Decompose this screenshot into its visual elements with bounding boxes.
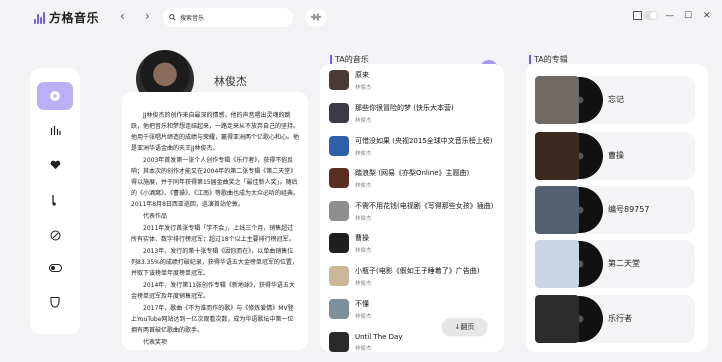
- top-bar: 方格音乐 ‹ › 搜索音乐 — ☐ ✕: [0, 0, 722, 34]
- song-title: 不需不用花钱(电视剧《写得那些女孩》插曲): [355, 201, 494, 210]
- theme-switch[interactable]: [644, 11, 658, 20]
- song-item[interactable]: 踏浪梨 (网易《亦梨Online》主题曲) 林俊杰: [329, 164, 499, 192]
- music-note-icon: [52, 195, 56, 206]
- sidebar-item-songs[interactable]: [37, 186, 73, 214]
- sidebar-item-security[interactable]: [37, 288, 73, 316]
- heart-icon: [50, 160, 60, 170]
- song-item[interactable]: 可惜没如果 (央视2015全球中文音乐榜上榜) 林俊杰: [329, 132, 499, 160]
- bio-heading: 代表作品: [143, 213, 168, 220]
- back-button[interactable]: ‹: [120, 10, 125, 22]
- song-title: 那些你很冒险的梦 (快乐大本营): [355, 103, 454, 112]
- sidebar-item-settings[interactable]: [37, 254, 73, 282]
- album-title: 曹操: [608, 151, 624, 160]
- song-title: 曹操: [355, 233, 369, 242]
- next-page-button[interactable]: ↓翻页: [442, 318, 487, 335]
- album-card[interactable]: 第二天堂: [535, 240, 695, 288]
- voice-search-button[interactable]: [305, 8, 327, 26]
- song-artist: 林俊杰: [355, 280, 372, 287]
- sidebar-item-podcast[interactable]: [37, 221, 73, 249]
- bio-paragraph: 2003年首发第一张个人创作专辑《乐行者》，获得不俗反响；其本次的创作才能又在2…: [131, 157, 300, 208]
- album-title: 编号89757: [608, 205, 650, 214]
- song-artist: 林俊杰: [355, 215, 372, 222]
- theme-toggle[interactable]: [633, 11, 658, 20]
- artist-bio: JJ林俊杰的创作来自最深的情感，他的声音唱出灵魂的跳跃，他把音乐和梦想连结起来，…: [122, 92, 308, 350]
- artist-name: 林俊杰: [214, 75, 247, 88]
- sidebar: [30, 68, 80, 334]
- song-artist: 林俊杰: [355, 345, 372, 352]
- accent-bar: [330, 55, 332, 64]
- song-artist: 林俊杰: [355, 84, 372, 91]
- song-item[interactable]: 原来 林俊杰: [329, 66, 499, 94]
- song-cover: [329, 332, 349, 352]
- song-cover: [329, 70, 349, 90]
- album-cover: [535, 186, 579, 234]
- song-title: 原来: [355, 70, 369, 79]
- song-title: 不懂: [355, 299, 369, 308]
- album-cover: [535, 76, 579, 124]
- forward-button[interactable]: ›: [145, 10, 150, 22]
- album-cover: [535, 295, 579, 343]
- song-item[interactable]: 小瓶子(电影《假如王子睡着了》广告曲) 林俊杰: [329, 262, 499, 290]
- bio-paragraph: 2011年发行首张专辑「学不会」，上线三个月，销售超过所有实体、数字排行榜冠军；…: [131, 225, 295, 243]
- album-title: 乐行者: [608, 314, 632, 323]
- album-cover: [535, 132, 579, 180]
- sidebar-item-discover[interactable]: [37, 82, 73, 110]
- app-name: 方格音乐: [49, 11, 100, 25]
- song-item[interactable]: 那些你很冒险的梦 (快乐大本营) 林俊杰: [329, 99, 499, 127]
- album-card[interactable]: 编号89757: [535, 186, 695, 234]
- song-cover: [329, 201, 349, 221]
- album-card[interactable]: 曹操: [535, 132, 695, 180]
- sidebar-item-charts[interactable]: [37, 116, 73, 144]
- waveform-logo-icon: [34, 11, 45, 24]
- album-card[interactable]: 忘记: [535, 76, 695, 124]
- song-cover: [329, 266, 349, 286]
- soundwave-icon: [311, 13, 321, 21]
- album-title: 忘记: [608, 95, 624, 104]
- song-list: 原来林俊杰 那些你很冒险的梦 (快乐大本营) 林俊杰 可惜没如果 (央视2015全…: [320, 64, 504, 352]
- album-list: 忘记 曹操 编号89757 第二天堂 乐行者: [526, 64, 708, 352]
- bio-heading: 代表奖项: [143, 339, 168, 346]
- song-item[interactable]: 曹操 林俊杰: [329, 229, 499, 257]
- podcast-icon: [50, 230, 60, 240]
- song-cover: [329, 299, 349, 319]
- chart-icon: [50, 125, 61, 135]
- album-card[interactable]: 乐行者: [535, 295, 695, 343]
- search-input[interactable]: 搜索音乐: [163, 8, 293, 27]
- maximize-button[interactable]: ☐: [684, 11, 692, 21]
- album-title: 第二天堂: [608, 259, 640, 268]
- shield-icon: [50, 296, 60, 308]
- song-cover: [329, 168, 349, 188]
- song-artist: 林俊杰: [355, 182, 372, 189]
- song-cover: [329, 136, 349, 156]
- song-title: 小瓶子(电影《假如王子睡着了》广告曲): [355, 266, 480, 275]
- accent-bar: [529, 55, 531, 64]
- toggle-icon: [48, 264, 62, 272]
- bio-paragraph: 2014年，发行第11张创作专辑《新地球》，获得华语五大金榜单冠军及年度销售冠军…: [131, 282, 295, 300]
- app-logo: 方格音乐: [34, 9, 99, 26]
- song-cover: [329, 103, 349, 123]
- sidebar-item-favorites[interactable]: [37, 151, 73, 179]
- minimize-button[interactable]: —: [665, 11, 674, 21]
- album-cover: [535, 240, 579, 288]
- search-icon: [169, 14, 176, 21]
- theme-icon: [633, 11, 642, 20]
- disc-icon: [50, 91, 60, 101]
- song-title: 可惜没如果 (央视2015全球中文音乐榜上榜): [355, 136, 493, 145]
- song-title: 踏浪梨 (网易《亦梨Online》主题曲): [355, 168, 470, 177]
- song-artist: 林俊杰: [355, 117, 372, 124]
- song-item[interactable]: 不需不用花钱(电视剧《写得那些女孩》插曲) 林俊杰: [329, 197, 499, 225]
- song-cover: [329, 233, 349, 253]
- bio-paragraph: 2013年，发行的第十张专辑《因你而在》，以单曲销售位列83.35%的成绩打破纪…: [131, 248, 298, 277]
- bio-paragraph: JJ林俊杰的创作来自最深的情感，他的声音唱出灵魂的跳跃，他把音乐和梦想连结起来，…: [131, 112, 300, 152]
- search-placeholder: 搜索音乐: [180, 15, 205, 22]
- close-button[interactable]: ✕: [703, 11, 711, 21]
- song-artist: 林俊杰: [355, 150, 372, 157]
- song-artist: 林俊杰: [355, 247, 372, 254]
- bio-paragraph: 2017年，歌曲《不为谁而作的歌》与《修炼爱情》MV登上YouTube网站达到一…: [131, 305, 294, 334]
